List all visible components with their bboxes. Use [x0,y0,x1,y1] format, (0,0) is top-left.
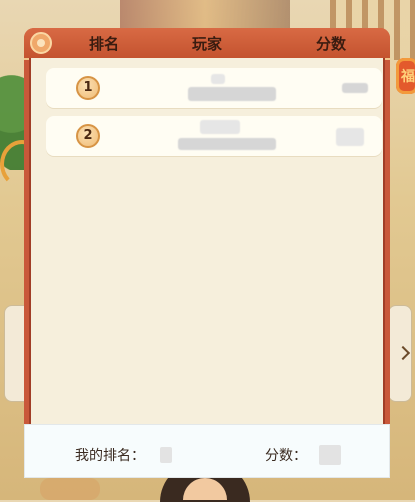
my-rank-bar: 我的排名： 分数： [24,424,390,478]
player-avatar-obscured [211,74,225,84]
my-rank-value-obscured [160,447,172,463]
player-column-header: 玩家 [192,35,223,53]
leaderboard-panel: 排名 玩家 分数 1 2 [24,28,390,432]
player-avatar-obscured [200,120,240,134]
leaderboard-list[interactable]: 1 2 [29,58,385,432]
player-name-obscured [188,87,276,101]
score-obscured [342,83,368,93]
rank-badge: 1 [76,76,100,100]
flower-icon [30,32,52,54]
lantern-character: 福 [401,69,415,85]
leaderboard-header: 排名 玩家 分数 [24,28,390,60]
leaderboard-row[interactable]: 1 [46,68,382,108]
rank-badge: 2 [76,124,100,148]
score-obscured [336,128,364,146]
my-rank-label: 我的排名： [75,448,145,464]
background-figure [120,0,290,28]
rank-column-header: 排名 [89,35,120,53]
my-score-label: 分数： [265,448,307,464]
background-decoration [40,478,100,500]
leaderboard-row[interactable]: 2 [46,116,382,156]
score-column-header: 分数 [316,35,347,53]
my-score-value-obscured [319,445,341,465]
player-name-obscured [178,138,276,150]
